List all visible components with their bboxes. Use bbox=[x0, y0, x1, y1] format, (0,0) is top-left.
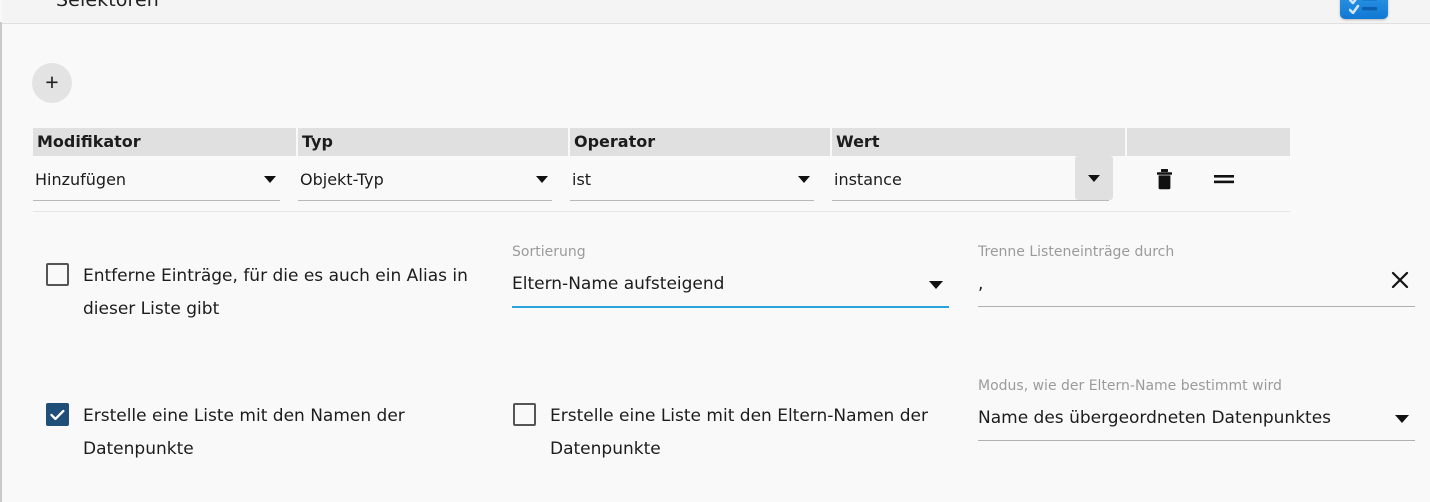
column-header-actions bbox=[1127, 128, 1290, 156]
parent-name-mode-field: Modus, wie der Eltern-Name bestimmt wird… bbox=[978, 378, 1415, 441]
table-header-row: Modifikator Typ Operator Wert bbox=[33, 128, 1290, 156]
sorting-label: Sortierung bbox=[512, 244, 586, 260]
checkbox-box bbox=[46, 263, 69, 286]
chevron-down-icon bbox=[264, 176, 276, 183]
cell-modifikator: Hinzufügen bbox=[33, 156, 298, 201]
plus-icon: + bbox=[45, 68, 59, 95]
panel-header: Selektoren bbox=[2, 0, 1430, 24]
separator-value: , bbox=[978, 274, 984, 294]
remove-alias-checkbox[interactable]: Entferne Einträge, für die es auch ein A… bbox=[46, 260, 473, 326]
checklist-icon[interactable] bbox=[1340, 0, 1388, 19]
parent-name-mode-label: Modus, wie der Eltern-Name bestimmt wird bbox=[978, 378, 1282, 394]
parent-names-list-checkbox-label: Erstelle eine Liste mit den Eltern-Namen… bbox=[550, 406, 928, 459]
cell-actions bbox=[1127, 156, 1290, 192]
sorting-field: Sortierung Eltern-Name aufsteigend bbox=[512, 244, 949, 308]
modifikator-select[interactable]: Hinzufügen bbox=[33, 166, 280, 201]
checkbox-box bbox=[513, 403, 536, 426]
sorting-select[interactable]: Eltern-Name aufsteigend bbox=[512, 269, 949, 308]
separator-label: Trenne Listeneinträge durch bbox=[978, 244, 1175, 260]
drag-handle-icon[interactable] bbox=[1211, 166, 1237, 192]
wert-value: instance bbox=[834, 170, 902, 189]
parent-name-mode-select[interactable]: Name des übergeordneten Datenpunktes bbox=[978, 403, 1415, 441]
trash-icon[interactable] bbox=[1151, 166, 1177, 192]
panel-left-border bbox=[0, 22, 2, 502]
cell-wert: instance bbox=[832, 156, 1127, 201]
add-selector-button[interactable]: + bbox=[32, 63, 72, 103]
remove-alias-checkbox-label: Entferne Einträge, für die es auch ein A… bbox=[83, 266, 468, 319]
column-header-operator: Operator bbox=[570, 128, 832, 156]
names-list-checkbox[interactable]: Erstelle eine Liste mit den Namen der Da… bbox=[46, 400, 473, 466]
chevron-down-icon bbox=[929, 281, 943, 289]
chevron-down-icon bbox=[536, 176, 548, 183]
chevron-down-icon bbox=[1395, 415, 1409, 423]
column-header-wert: Wert bbox=[832, 128, 1127, 156]
column-header-modifikator: Modifikator bbox=[33, 128, 298, 156]
wert-select[interactable]: instance bbox=[832, 156, 1113, 201]
column-header-typ: Typ bbox=[298, 128, 570, 156]
operator-value: ist bbox=[572, 170, 592, 189]
cell-typ: Objekt-Typ bbox=[298, 156, 570, 201]
chevron-down-icon bbox=[798, 176, 810, 183]
names-list-checkbox-label: Erstelle eine Liste mit den Namen der Da… bbox=[83, 406, 405, 459]
modifikator-value: Hinzufügen bbox=[35, 170, 127, 189]
typ-select[interactable]: Objekt-Typ bbox=[298, 166, 552, 201]
parent-name-mode-value: Name des übergeordneten Datenpunktes bbox=[978, 408, 1332, 428]
page-title: Selektoren bbox=[56, 0, 159, 11]
selector-table: Modifikator Typ Operator Wert Hinzufügen… bbox=[33, 128, 1290, 212]
operator-select[interactable]: ist bbox=[570, 166, 814, 201]
wert-dropdown-button[interactable] bbox=[1075, 156, 1113, 200]
parent-names-list-checkbox[interactable]: Erstelle eine Liste mit den Eltern-Namen… bbox=[513, 400, 950, 466]
table-row: Hinzufügen Objekt-Typ ist instance bbox=[33, 156, 1290, 212]
cell-operator: ist bbox=[570, 156, 832, 201]
separator-field: Trenne Listeneinträge durch , bbox=[978, 244, 1415, 307]
separator-input[interactable]: , bbox=[978, 269, 1415, 307]
checkbox-box bbox=[46, 403, 69, 426]
sorting-value: Eltern-Name aufsteigend bbox=[512, 274, 725, 294]
typ-value: Objekt-Typ bbox=[300, 170, 384, 189]
close-icon[interactable] bbox=[1387, 267, 1413, 293]
selectors-panel: Selektoren + Modifikator Typ Operator We… bbox=[0, 0, 1430, 502]
chevron-down-icon bbox=[1088, 175, 1100, 182]
